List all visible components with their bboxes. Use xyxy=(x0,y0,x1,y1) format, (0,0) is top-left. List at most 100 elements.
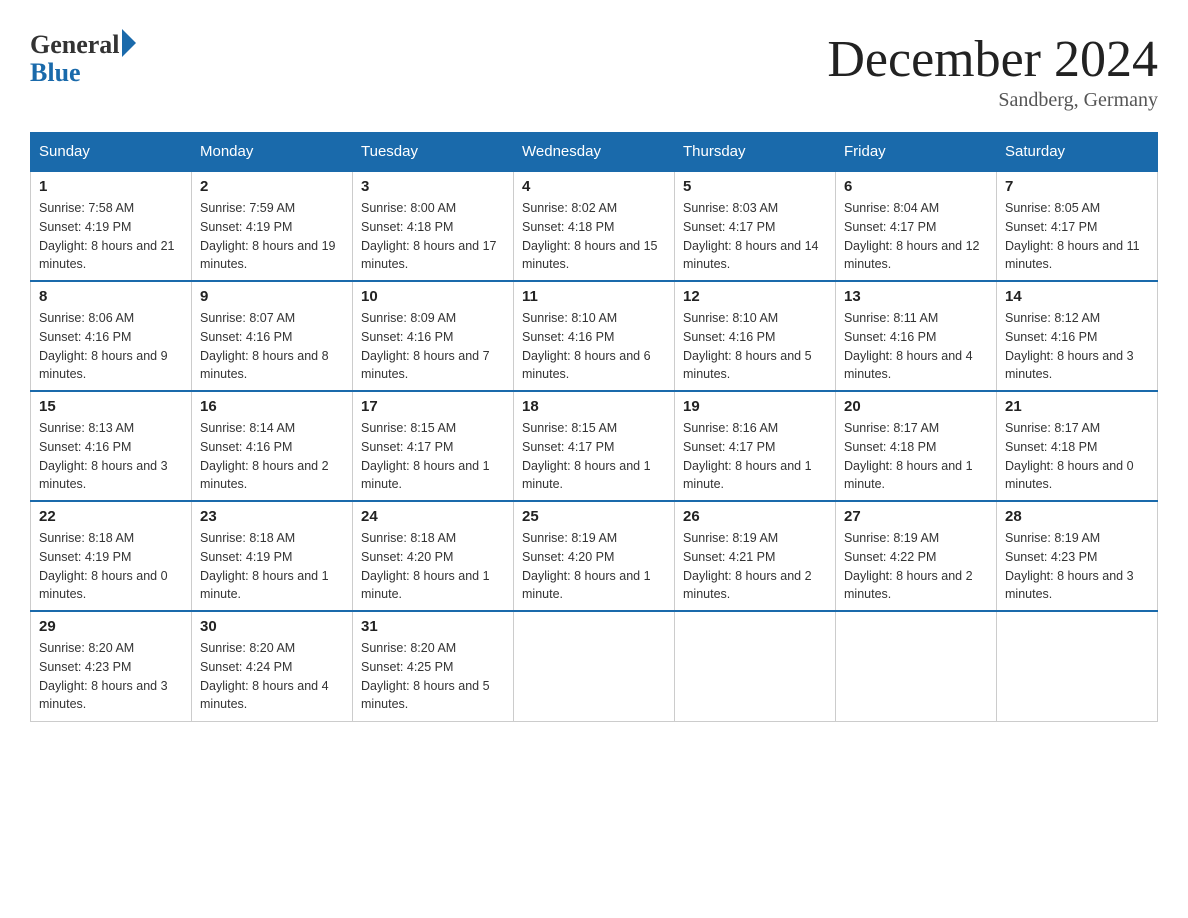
day-number: 24 xyxy=(361,508,505,525)
day-number: 16 xyxy=(200,398,344,415)
calendar-cell: 24 Sunrise: 8:18 AMSunset: 4:20 PMDayligh… xyxy=(353,501,514,611)
col-friday: Friday xyxy=(836,133,997,172)
day-info: Sunrise: 8:06 AMSunset: 4:16 PMDaylight:… xyxy=(39,309,183,384)
day-number: 19 xyxy=(683,398,827,415)
col-tuesday: Tuesday xyxy=(353,133,514,172)
page-header: General Blue December 2024 Sandberg, Ger… xyxy=(30,30,1158,112)
calendar-cell xyxy=(997,611,1158,721)
calendar-cell: 12 Sunrise: 8:10 AMSunset: 4:16 PMDayligh… xyxy=(675,281,836,391)
day-info: Sunrise: 8:20 AMSunset: 4:25 PMDaylight:… xyxy=(361,639,505,714)
calendar-cell: 22Sunrise: 8:18 AMSunset: 4:19 PMDayligh… xyxy=(31,501,192,611)
day-number: 18 xyxy=(522,398,666,415)
calendar-cell: 18 Sunrise: 8:15 AMSunset: 4:17 PMDayligh… xyxy=(514,391,675,501)
calendar-cell: 31 Sunrise: 8:20 AMSunset: 4:25 PMDayligh… xyxy=(353,611,514,721)
col-sunday: Sunday xyxy=(31,133,192,172)
calendar-cell: 11 Sunrise: 8:10 AMSunset: 4:16 PMDayligh… xyxy=(514,281,675,391)
calendar-cell xyxy=(836,611,997,721)
day-info: Sunrise: 8:19 AMSunset: 4:20 PMDaylight:… xyxy=(522,529,666,604)
calendar-cell: 13 Sunrise: 8:11 AMSunset: 4:16 PMDayligh… xyxy=(836,281,997,391)
day-info: Sunrise: 8:20 AMSunset: 4:24 PMDaylight:… xyxy=(200,639,344,714)
month-year-title: December 2024 xyxy=(827,30,1158,89)
day-number: 29 xyxy=(39,618,183,635)
week-row-2: 8 Sunrise: 8:06 AMSunset: 4:16 PMDaylight… xyxy=(31,281,1158,391)
day-number: 20 xyxy=(844,398,988,415)
col-thursday: Thursday xyxy=(675,133,836,172)
day-number: 10 xyxy=(361,288,505,305)
day-info: Sunrise: 8:10 AMSunset: 4:16 PMDaylight:… xyxy=(522,309,666,384)
days-header-row: Sunday Monday Tuesday Wednesday Thursday… xyxy=(31,133,1158,172)
day-info: Sunrise: 8:17 AMSunset: 4:18 PMDaylight:… xyxy=(844,419,988,494)
calendar-cell: 10Sunrise: 8:09 AMSunset: 4:16 PMDayligh… xyxy=(353,281,514,391)
day-number: 13 xyxy=(844,288,988,305)
location-subtitle: Sandberg, Germany xyxy=(827,89,1158,112)
calendar-cell: 25 Sunrise: 8:19 AMSunset: 4:20 PMDayligh… xyxy=(514,501,675,611)
calendar-cell: 30 Sunrise: 8:20 AMSunset: 4:24 PMDayligh… xyxy=(192,611,353,721)
day-number: 15 xyxy=(39,398,183,415)
day-info: Sunrise: 8:13 AMSunset: 4:16 PMDaylight:… xyxy=(39,419,183,494)
day-info: Sunrise: 8:14 AMSunset: 4:16 PMDaylight:… xyxy=(200,419,344,494)
day-number: 30 xyxy=(200,618,344,635)
day-number: 8 xyxy=(39,288,183,305)
day-info: Sunrise: 8:16 AMSunset: 4:17 PMDaylight:… xyxy=(683,419,827,494)
calendar-cell: 28 Sunrise: 8:19 AMSunset: 4:23 PMDayligh… xyxy=(997,501,1158,611)
day-number: 31 xyxy=(361,618,505,635)
day-info: Sunrise: 8:17 AMSunset: 4:18 PMDaylight:… xyxy=(1005,419,1149,494)
day-number: 11 xyxy=(522,288,666,305)
title-area: December 2024 Sandberg, Germany xyxy=(827,30,1158,112)
logo: General Blue xyxy=(30,30,136,88)
calendar-cell: 4Sunrise: 8:02 AMSunset: 4:18 PMDaylight… xyxy=(514,171,675,281)
day-number: 27 xyxy=(844,508,988,525)
day-info: Sunrise: 8:20 AMSunset: 4:23 PMDaylight:… xyxy=(39,639,183,714)
calendar-cell: 3 Sunrise: 8:00 AMSunset: 4:18 PMDaylight… xyxy=(353,171,514,281)
calendar-table: Sunday Monday Tuesday Wednesday Thursday… xyxy=(30,132,1158,722)
calendar-cell xyxy=(514,611,675,721)
calendar-cell: 23Sunrise: 8:18 AMSunset: 4:19 PMDayligh… xyxy=(192,501,353,611)
calendar-cell: 21 Sunrise: 8:17 AMSunset: 4:18 PMDayligh… xyxy=(997,391,1158,501)
calendar-cell: 6Sunrise: 8:04 AMSunset: 4:17 PMDaylight… xyxy=(836,171,997,281)
day-info: Sunrise: 8:15 AMSunset: 4:17 PMDaylight:… xyxy=(522,419,666,494)
day-number: 26 xyxy=(683,508,827,525)
day-info: Sunrise: 8:19 AMSunset: 4:21 PMDaylight:… xyxy=(683,529,827,604)
calendar-cell: 16 Sunrise: 8:14 AMSunset: 4:16 PMDayligh… xyxy=(192,391,353,501)
day-number: 17 xyxy=(361,398,505,415)
day-info: Sunrise: 8:12 AMSunset: 4:16 PMDaylight:… xyxy=(1005,309,1149,384)
calendar-cell: 7Sunrise: 8:05 AMSunset: 4:17 PMDaylight… xyxy=(997,171,1158,281)
calendar-cell: 14 Sunrise: 8:12 AMSunset: 4:16 PMDayligh… xyxy=(997,281,1158,391)
day-info: Sunrise: 8:11 AMSunset: 4:16 PMDaylight:… xyxy=(844,309,988,384)
week-row-5: 29 Sunrise: 8:20 AMSunset: 4:23 PMDayligh… xyxy=(31,611,1158,721)
week-row-4: 22 Sunrise: 8:18 AMSunset: 4:19 PMDayligh… xyxy=(31,501,1158,611)
col-wednesday: Wednesday xyxy=(514,133,675,172)
day-number: 7 xyxy=(1005,178,1149,195)
col-saturday: Saturday xyxy=(997,133,1158,172)
week-row-3: 15 Sunrise: 8:13 AMSunset: 4:16 PMDayligh… xyxy=(31,391,1158,501)
week-row-1: 1Sunrise: 7:58 AMSunset: 4:19 PMDaylight… xyxy=(31,171,1158,281)
day-info: Sunrise: 7:59 AMSunset: 4:19 PMDaylight:… xyxy=(200,199,344,274)
day-info: Sunrise: 8:19 AMSunset: 4:23 PMDaylight:… xyxy=(1005,529,1149,604)
day-number: 3 xyxy=(361,178,505,195)
col-monday: Monday xyxy=(192,133,353,172)
day-info: Sunrise: 8:00 AMSunset: 4:18 PMDaylight:… xyxy=(361,199,505,274)
calendar-cell: 19 Sunrise: 8:16 AMSunset: 4:17 PMDayligh… xyxy=(675,391,836,501)
calendar-cell: 1Sunrise: 7:58 AMSunset: 4:19 PMDaylight… xyxy=(31,171,192,281)
calendar-cell: 27 Sunrise: 8:19 AMSunset: 4:22 PMDayligh… xyxy=(836,501,997,611)
calendar-cell: 17 Sunrise: 8:15 AMSunset: 4:17 PMDayligh… xyxy=(353,391,514,501)
day-number: 12 xyxy=(683,288,827,305)
day-info: Sunrise: 8:15 AMSunset: 4:17 PMDaylight:… xyxy=(361,419,505,494)
day-number: 25 xyxy=(522,508,666,525)
day-info: Sunrise: 8:18 AMSunset: 4:20 PMDaylight:… xyxy=(361,529,505,604)
calendar-cell xyxy=(675,611,836,721)
day-info: Sunrise: 8:18 AMSunset: 4:19 PMDaylight:… xyxy=(200,529,344,604)
day-info: Sunrise: 8:10 AMSunset: 4:16 PMDaylight:… xyxy=(683,309,827,384)
day-number: 28 xyxy=(1005,508,1149,525)
day-info: Sunrise: 8:03 AMSunset: 4:17 PMDaylight:… xyxy=(683,199,827,274)
day-number: 9 xyxy=(200,288,344,305)
day-number: 1 xyxy=(39,178,183,195)
day-number: 22 xyxy=(39,508,183,525)
calendar-cell: 8 Sunrise: 8:06 AMSunset: 4:16 PMDaylight… xyxy=(31,281,192,391)
calendar-cell: 29 Sunrise: 8:20 AMSunset: 4:23 PMDayligh… xyxy=(31,611,192,721)
calendar-cell: 5Sunrise: 8:03 AMSunset: 4:17 PMDaylight… xyxy=(675,171,836,281)
day-number: 21 xyxy=(1005,398,1149,415)
day-number: 14 xyxy=(1005,288,1149,305)
calendar-cell: 9Sunrise: 8:07 AMSunset: 4:16 PMDaylight… xyxy=(192,281,353,391)
day-info: Sunrise: 8:19 AMSunset: 4:22 PMDaylight:… xyxy=(844,529,988,604)
